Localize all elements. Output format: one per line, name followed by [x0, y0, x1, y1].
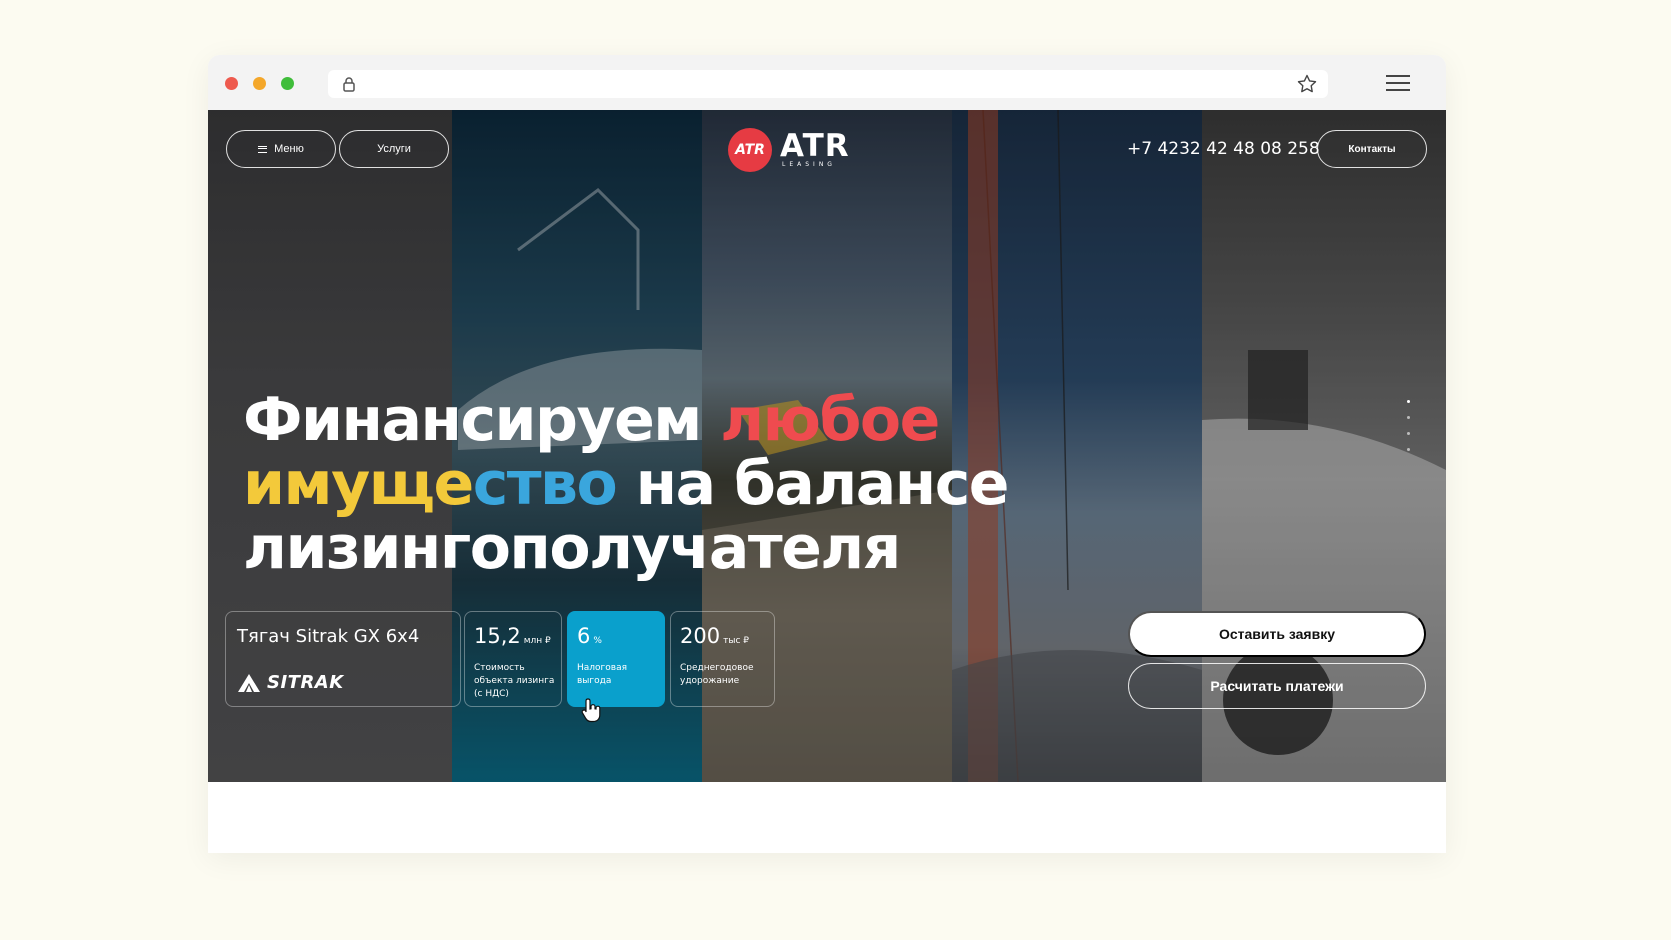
stat-description: Стоимость объекта лизинга (с НДС) [474, 663, 555, 699]
stat-card-tax[interactable]: 6% Налоговая выгода [567, 611, 665, 707]
atr-logo-wordmark[interactable]: ATR [780, 128, 850, 164]
hero-headline: Финансируем любое имущество на балансе л… [243, 385, 1010, 583]
calculate-payments-button[interactable]: Расчитать платежи [1128, 663, 1426, 709]
stat-number: 15,2 [474, 624, 521, 648]
headline-text-red: любое [720, 385, 940, 455]
menu-button[interactable]: Меню [226, 130, 336, 168]
stat-value: 200 тыс ₽ [680, 624, 749, 648]
contacts-button[interactable]: Контакты [1317, 130, 1427, 168]
sitrak-logo-icon [238, 673, 260, 692]
stat-number: 200 [680, 624, 721, 648]
address-bar[interactable] [328, 70, 1328, 98]
atr-logo-badge[interactable]: ATR [728, 128, 772, 172]
headline-line1: Финансируем любое [243, 385, 940, 455]
product-brand-name: SITRAK [267, 672, 344, 693]
headline-text-white-2: на балансе [616, 449, 1010, 519]
stat-unit: тыс ₽ [723, 636, 749, 646]
atr-logo-subtitle: LEASING [782, 161, 836, 168]
minimize-window-button[interactable] [253, 77, 266, 90]
services-button[interactable]: Услуги [339, 130, 449, 168]
stat-value: 6% [577, 624, 602, 648]
submit-request-button[interactable]: Оставить заявку [1128, 611, 1426, 657]
headline-line2: имущество на балансе [243, 449, 1010, 519]
hand-cursor-icon [581, 698, 601, 723]
lock-icon [343, 77, 355, 92]
product-title: Тягач Sitrak GX 6x4 [237, 626, 420, 647]
stat-description: Налоговая выгода [577, 663, 628, 686]
menu-button-label: Меню [274, 143, 304, 155]
menu-icon [258, 145, 268, 153]
pagination-dot[interactable] [1407, 432, 1410, 435]
hero-section: Меню Услуги ATR ATR LEASING +7 4232 42 4… [208, 110, 1446, 782]
contacts-button-label: Контакты [1348, 143, 1396, 155]
pagination-dot[interactable] [1407, 400, 1410, 403]
pagination-dot[interactable] [1407, 448, 1410, 451]
stat-number: 6 [577, 624, 591, 648]
stat-unit: % [593, 636, 602, 646]
stat-value: 15,2 млн ₽ [474, 624, 551, 648]
stat-card-appreciation[interactable]: 200 тыс ₽ Среднегодовое удорожание [670, 611, 775, 707]
product-brand: SITRAK [237, 672, 344, 693]
headline-line3: лизингополучателя [243, 513, 901, 583]
product-card[interactable]: Тягач Sitrak GX 6x4 SITRAK [225, 611, 461, 707]
browser-toolbar [208, 55, 1446, 110]
star-icon[interactable] [1296, 73, 1318, 95]
close-window-button[interactable] [225, 77, 238, 90]
stat-description: Среднегодовое удорожание [680, 663, 754, 686]
headline-text-yellow: имуще [243, 449, 474, 519]
slide-pagination [1407, 400, 1413, 464]
phone-link[interactable]: +7 4232 42 48 08 258 [1127, 139, 1320, 159]
stat-card-price[interactable]: 15,2 млн ₽ Стоимость объекта лизинга (с Н… [464, 611, 562, 707]
maximize-window-button[interactable] [281, 77, 294, 90]
hamburger-icon[interactable] [1386, 73, 1410, 93]
browser-window: Меню Услуги ATR ATR LEASING +7 4232 42 4… [208, 55, 1446, 853]
pagination-dot[interactable] [1407, 416, 1410, 419]
headline-text-white: Финансируем [243, 385, 721, 455]
services-button-label: Услуги [377, 143, 411, 155]
headline-text-blue: ство [472, 449, 618, 519]
stat-unit: млн ₽ [523, 636, 551, 646]
